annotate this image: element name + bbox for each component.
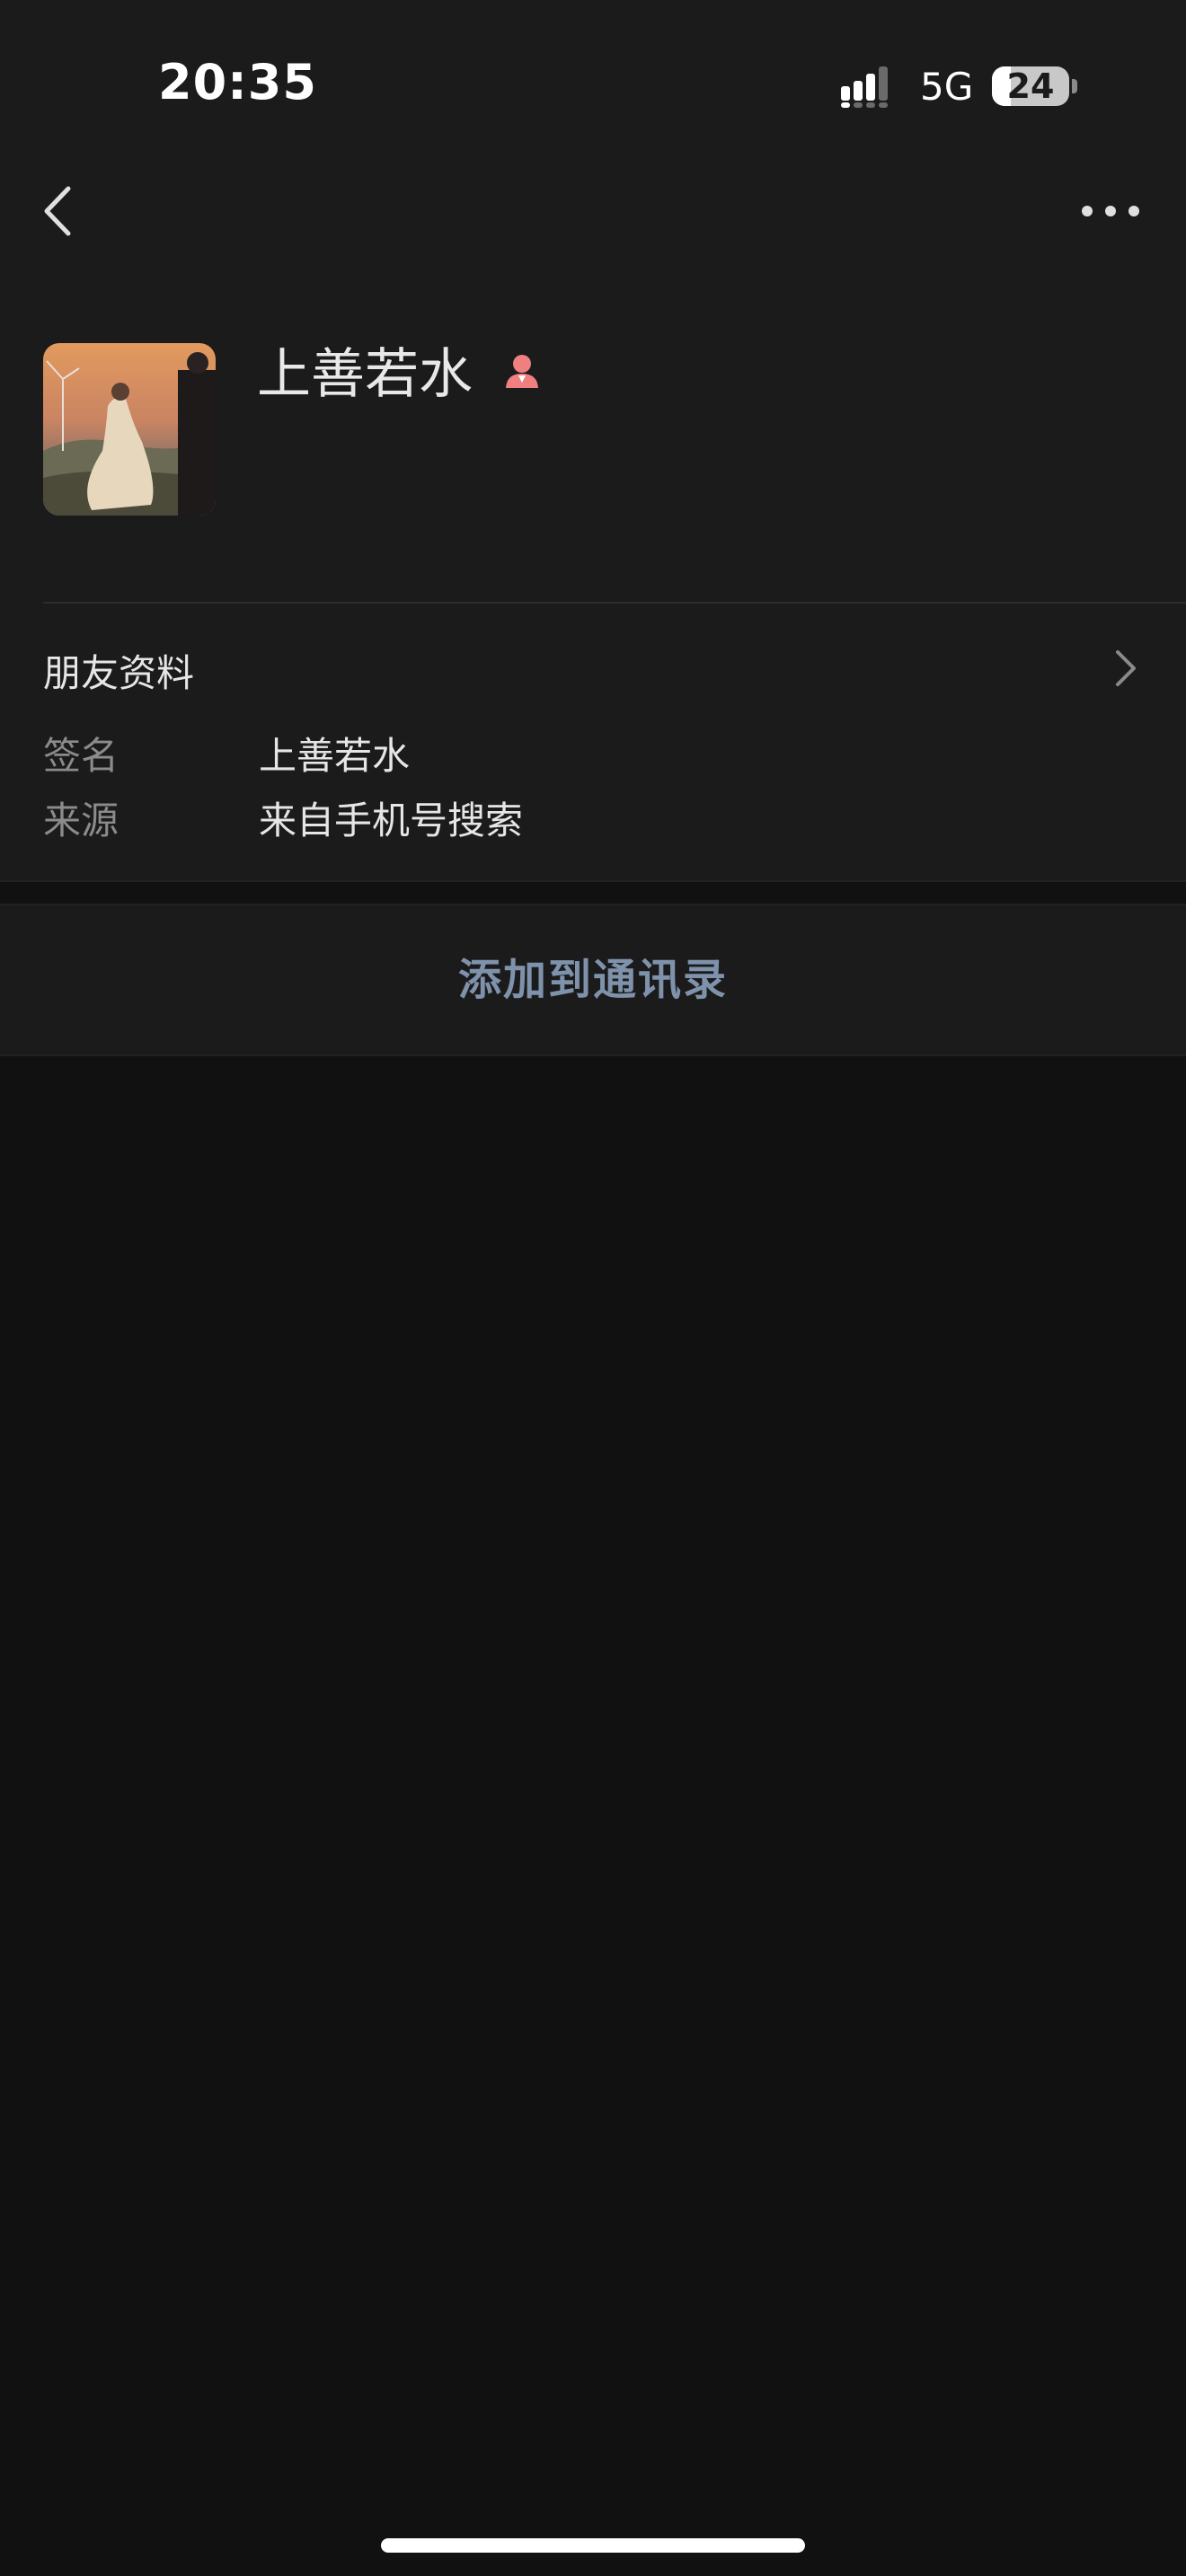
- chevron-right-icon[interactable]: [1112, 647, 1139, 690]
- source-value: 来自手机号搜索: [259, 798, 524, 842]
- avatar[interactable]: [43, 343, 216, 516]
- signature-value: 上善若水: [259, 734, 411, 778]
- battery-icon: 24: [992, 66, 1069, 106]
- home-indicator[interactable]: [381, 2538, 805, 2553]
- battery-level: 24: [1006, 66, 1055, 106]
- add-to-contacts-button[interactable]: 添加到通讯录: [0, 904, 1186, 1056]
- signal-strength-icon: [841, 66, 888, 108]
- status-time: 20:35: [158, 54, 317, 110]
- battery-cap: [1072, 79, 1077, 93]
- source-label: 来源: [43, 798, 119, 842]
- add-to-contacts-label: 添加到通讯录: [457, 955, 728, 1005]
- friend-info-title[interactable]: 朋友资料: [43, 643, 194, 698]
- section-separator: [0, 880, 1186, 882]
- more-options-icon[interactable]: [1075, 189, 1146, 234]
- network-type: 5G: [920, 65, 974, 109]
- female-person-icon: [506, 355, 538, 388]
- profile-name: 上善若水: [257, 343, 473, 406]
- back-chevron-icon[interactable]: [36, 180, 81, 243]
- signature-label: 签名: [43, 734, 119, 778]
- section-divider: [43, 602, 1186, 604]
